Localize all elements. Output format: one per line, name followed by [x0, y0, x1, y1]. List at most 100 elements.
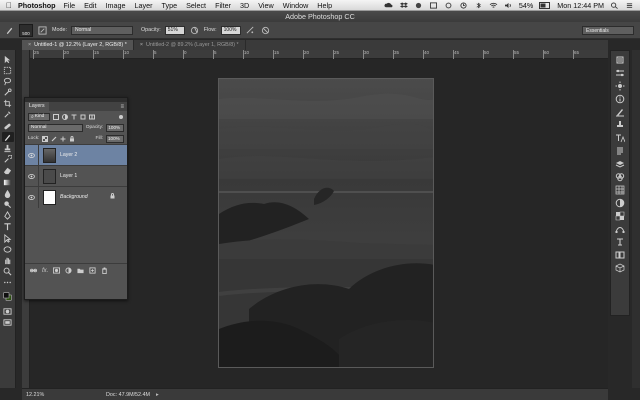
dock-swatches[interactable]	[614, 185, 626, 195]
document-canvas[interactable]	[218, 78, 434, 368]
flow-field[interactable]: 100%	[220, 25, 241, 35]
creative-cloud-icon[interactable]	[384, 2, 393, 9]
path-selection-tool[interactable]	[2, 233, 14, 243]
new-group-folder-icon[interactable]	[77, 267, 84, 276]
zoom-tool[interactable]	[2, 267, 14, 277]
menu-view[interactable]: View	[258, 1, 273, 10]
layer-opacity-field[interactable]: 100%	[106, 123, 124, 132]
dock-glyphs[interactable]	[614, 237, 626, 247]
menu-file[interactable]: File	[64, 1, 76, 10]
edit-toolbar-icon[interactable]	[2, 278, 14, 288]
notification-center-icon[interactable]	[625, 2, 634, 9]
sync-icon[interactable]	[444, 2, 453, 9]
mode-dropdown[interactable]: Normal	[70, 25, 133, 35]
menu-layer[interactable]: Layer	[135, 1, 153, 10]
dock-brush[interactable]	[614, 107, 626, 117]
layer-name[interactable]: Background	[60, 194, 110, 200]
wifi-icon[interactable]	[489, 2, 498, 9]
visibility-eye-icon[interactable]	[25, 144, 39, 166]
filter-shape-icon[interactable]	[80, 114, 86, 120]
eraser-tool[interactable]	[2, 166, 14, 176]
workspace-switcher[interactable]: Essentials	[582, 26, 634, 35]
hand-tool[interactable]	[2, 255, 14, 265]
adjustment-layer-icon[interactable]	[65, 266, 72, 276]
battery-icon[interactable]	[539, 1, 551, 9]
filter-kind-dropdown[interactable]: ⌕ Kind	[28, 112, 50, 121]
close-tab-icon[interactable]: ×	[28, 42, 31, 48]
brush-tool-preset-icon[interactable]	[4, 25, 15, 36]
link-layers-icon[interactable]	[30, 267, 37, 276]
gradient-tool[interactable]	[2, 177, 14, 187]
dock-properties[interactable]	[614, 68, 626, 78]
tab-untitled-1[interactable]: × Untitled-1 @ 12.2% (Layer 2, RGB/8) *	[22, 40, 134, 50]
layer-row-background[interactable]: Background	[25, 186, 127, 208]
close-tab-icon[interactable]: ×	[140, 42, 143, 48]
layer-row-layer-2[interactable]: Layer 2	[25, 144, 127, 166]
menu-window[interactable]: Window	[283, 1, 309, 10]
filter-smart-object-icon[interactable]	[89, 114, 95, 120]
lasso-tool[interactable]	[2, 76, 14, 86]
fill-field[interactable]: 100%	[106, 134, 124, 143]
dock-styles[interactable]	[614, 211, 626, 221]
lock-pixels-icon[interactable]	[51, 136, 57, 142]
filter-type-icon[interactable]	[71, 114, 77, 120]
screen-mode-button[interactable]	[2, 317, 14, 327]
tab-layers[interactable]: Layers	[25, 102, 49, 111]
opacity-field[interactable]: 51%	[164, 25, 185, 35]
apple-menu-icon[interactable]: 	[0, 1, 18, 10]
visibility-eye-icon[interactable]	[25, 165, 39, 187]
clock-text[interactable]: Mon 12:44 PM	[557, 1, 604, 10]
brush-panel-toggle-icon[interactable]	[37, 25, 48, 36]
brush-preset-picker[interactable]: 500	[19, 23, 33, 37]
menu-edit[interactable]: Edit	[84, 1, 96, 10]
menu-select[interactable]: Select	[186, 1, 206, 10]
filter-adjustment-icon[interactable]	[62, 113, 68, 120]
lock-all-icon[interactable]	[69, 135, 75, 142]
clone-stamp-tool[interactable]	[2, 144, 14, 154]
layer-name[interactable]: Layer 2	[60, 152, 127, 158]
menu-image[interactable]: Image	[106, 1, 126, 10]
visibility-eye-icon[interactable]	[25, 186, 39, 208]
dock-paragraph[interactable]	[614, 146, 626, 156]
lock-position-icon[interactable]	[60, 136, 66, 142]
blur-tool[interactable]	[2, 188, 14, 198]
add-mask-icon[interactable]	[53, 266, 61, 276]
dock-adjustments[interactable]	[614, 81, 626, 91]
dock-layers[interactable]	[614, 159, 626, 169]
filter-toggle-icon[interactable]	[118, 114, 124, 120]
battery-percent[interactable]: 54%	[519, 1, 533, 10]
zoom-level[interactable]: 12.21%	[22, 392, 62, 398]
layer-name[interactable]: Layer 1	[60, 173, 127, 179]
panel-menu-icon[interactable]: ≡	[120, 104, 124, 110]
dock-3d[interactable]	[614, 263, 626, 273]
status-menu-arrow-icon[interactable]: ▸	[156, 392, 159, 398]
evernote-icon[interactable]	[414, 2, 423, 9]
color-swatches[interactable]	[2, 289, 14, 305]
menu-3d[interactable]: 3D	[240, 1, 249, 10]
dodge-tool[interactable]	[2, 199, 14, 209]
marquee-tool[interactable]	[2, 65, 14, 75]
dock-libraries[interactable]	[614, 250, 626, 260]
dock-channels[interactable]	[614, 172, 626, 182]
new-layer-icon[interactable]	[89, 266, 96, 276]
menu-app-name[interactable]: Photoshop	[18, 1, 56, 10]
pressure-size-icon[interactable]	[260, 25, 271, 36]
dock-paths[interactable]	[614, 224, 626, 234]
layer-row-layer-1[interactable]: Layer 1	[25, 165, 127, 187]
lock-transparency-icon[interactable]	[42, 135, 49, 142]
dropbox-icon[interactable]	[399, 1, 408, 9]
filter-pixel-icon[interactable]	[53, 113, 59, 120]
shape-tool[interactable]	[2, 244, 14, 254]
menu-help[interactable]: Help	[317, 1, 332, 10]
spot-healing-tool[interactable]	[2, 121, 14, 131]
delete-layer-trash-icon[interactable]	[101, 266, 108, 276]
dock-clone-source[interactable]	[614, 120, 626, 130]
airbrush-icon[interactable]	[245, 25, 256, 36]
layer-style-fx-icon[interactable]: fx.	[42, 268, 48, 274]
eyedropper-tool[interactable]	[2, 110, 14, 120]
volume-icon[interactable]	[504, 2, 513, 9]
dock-color[interactable]	[614, 198, 626, 208]
menu-filter[interactable]: Filter	[215, 1, 231, 10]
pen-tool[interactable]	[2, 211, 14, 221]
pressure-opacity-icon[interactable]	[189, 25, 200, 36]
